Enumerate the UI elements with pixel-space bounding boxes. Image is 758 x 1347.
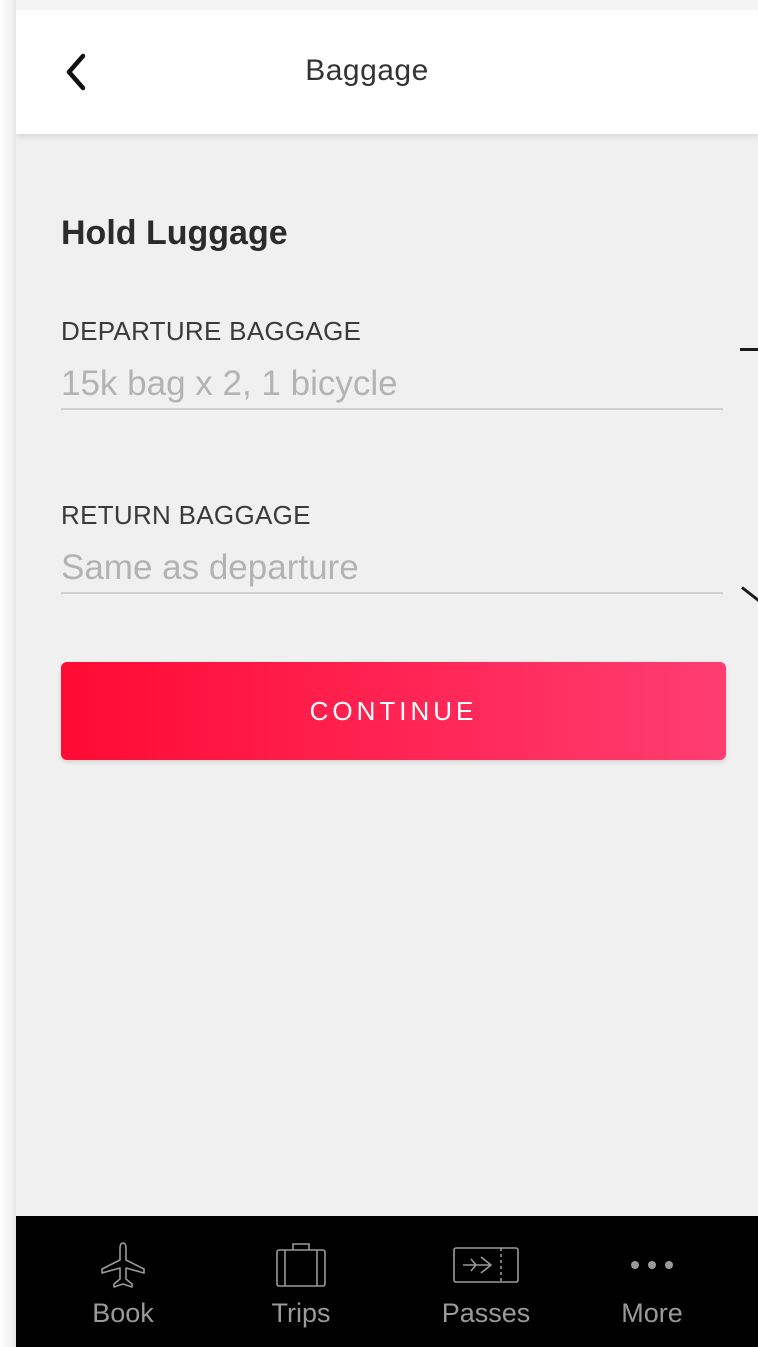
more-dots-icon [617,1240,687,1290]
departure-baggage-label: DEPARTURE BAGGAGE [61,316,362,346]
suitcase-icon [266,1240,336,1290]
tab-book-label: Book [92,1298,154,1328]
tab-passes-label: Passes [441,1298,531,1328]
edge-mark [740,348,758,351]
tab-trips-label: Trips [271,1298,331,1328]
tab-book[interactable]: Book [48,1216,198,1347]
section-title: Hold Luggage [61,214,288,252]
tab-trips[interactable]: Trips [226,1216,376,1347]
continue-button[interactable]: CONTINUE [61,662,726,760]
return-baggage-label: RETURN BAGGAGE [61,500,311,530]
tab-more-label: More [621,1298,683,1328]
airplane-icon [88,1240,158,1290]
boarding-pass-icon [451,1240,521,1290]
left-edge [0,0,16,1347]
top-strip [16,0,758,10]
edge-mark [741,586,758,605]
departure-baggage-input[interactable] [61,360,723,410]
bottom-tab-bar: Book Trips Passes More [16,1216,758,1347]
page-title: Baggage [305,54,429,87]
baggage-screen: Baggage Hold Luggage DEPARTURE BAGGAGE R… [16,10,758,1347]
app-header: Baggage [16,10,758,134]
tab-passes[interactable]: Passes [411,1216,561,1347]
tab-more[interactable]: More [577,1216,727,1347]
return-baggage-input[interactable] [61,544,723,594]
